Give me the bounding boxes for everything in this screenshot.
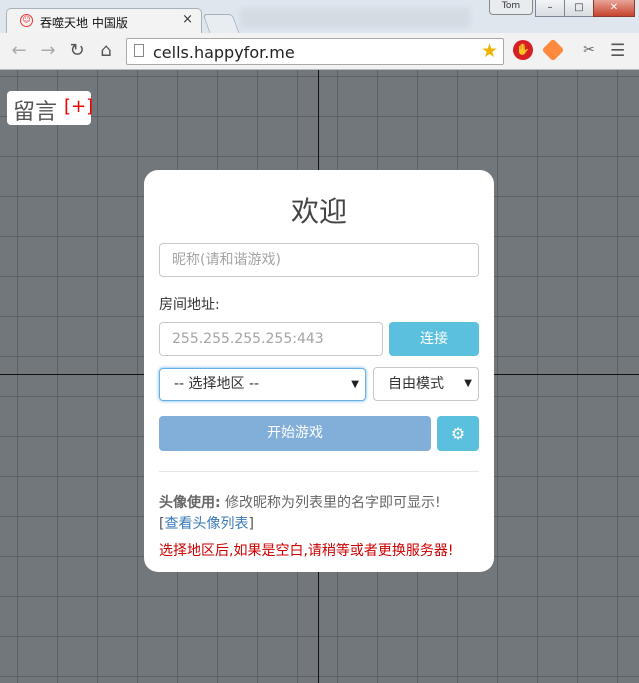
avatar-list-line: [查看头像列表] xyxy=(159,513,254,533)
address-bar[interactable]: cells.happyfor.me ★ xyxy=(126,38,504,65)
minimize-button[interactable]: – xyxy=(535,0,565,17)
avatar-info-title: 头像使用: xyxy=(159,495,221,511)
welcome-panel: 欢迎 昵称(请和谐游戏) 房间地址: 255.255.255.255:443 连… xyxy=(144,170,494,572)
close-window-button[interactable]: ✕ xyxy=(593,0,635,17)
game-canvas[interactable]: 留言 [+] 欢迎 昵称(请和谐游戏) 房间地址: 255.255.255.25… xyxy=(0,70,639,683)
comment-label: 留言 xyxy=(13,100,58,125)
region-select[interactable]: -- 选择地区 -- ▼ xyxy=(159,368,366,401)
start-game-button[interactable]: 开始游戏 xyxy=(159,416,431,451)
server-warning: 选择地区后,如果是空白,请稍等或者更换服务器! xyxy=(159,543,454,559)
connect-button[interactable]: 连接 xyxy=(389,322,479,356)
window-controls: – □ ✕ xyxy=(535,0,635,18)
avatar-info-text: 修改昵称为列表里的名字即可显示! xyxy=(220,495,441,511)
tab-title: 吞噬天地 中国版 xyxy=(40,16,128,30)
avatar-list-link[interactable]: 查看头像列表 xyxy=(164,516,248,532)
profile-badge[interactable]: Tom xyxy=(489,0,533,15)
mode-select[interactable]: 自由模式 ▼ xyxy=(373,367,479,401)
comment-add-link[interactable]: [+] xyxy=(64,96,93,117)
caret-down-icon: ▼ xyxy=(351,379,359,390)
url-text[interactable]: cells.happyfor.me xyxy=(153,43,295,62)
settings-button[interactable]: ⚙ xyxy=(437,416,479,451)
room-address-placeholder: 255.255.255.255:443 xyxy=(172,331,324,347)
scissors-icon[interactable]: ✂ xyxy=(579,40,599,60)
star-icon[interactable]: ★ xyxy=(481,40,498,62)
extension-icon[interactable] xyxy=(541,38,565,62)
nickname-input[interactable]: 昵称(请和谐游戏) xyxy=(159,243,479,277)
forward-icon[interactable]: → xyxy=(37,40,59,62)
room-address-label: 房间地址: xyxy=(159,297,220,313)
title-bar: ☺ 吞噬天地 中国版 × Tom – □ ✕ xyxy=(0,0,639,34)
blurred-area xyxy=(240,8,470,28)
tab-close-button[interactable]: × xyxy=(182,12,193,27)
region-selected-value: -- 选择地区 -- xyxy=(174,376,260,392)
new-tab-button[interactable] xyxy=(202,14,240,33)
back-icon[interactable]: ← xyxy=(8,40,30,62)
bracket-close: ] xyxy=(248,516,254,532)
comment-button[interactable]: 留言 [+] xyxy=(7,91,93,125)
room-address-input[interactable]: 255.255.255.255:443 xyxy=(159,322,383,356)
page-icon xyxy=(134,44,144,57)
tab-active[interactable]: ☺ 吞噬天地 中国版 × xyxy=(6,8,202,34)
adblock-icon[interactable]: ✋ xyxy=(513,40,533,60)
reload-icon[interactable]: ↻ xyxy=(66,40,88,62)
nickname-placeholder: 昵称(请和谐游戏) xyxy=(172,252,281,268)
gear-icon: ⚙ xyxy=(450,424,466,443)
home-icon[interactable]: ⌂ xyxy=(95,40,117,62)
mode-selected-value: 自由模式 xyxy=(388,376,444,392)
caret-down-icon: ▼ xyxy=(464,378,472,389)
avatar-info: 头像使用: 修改昵称为列表里的名字即可显示! xyxy=(159,492,441,512)
maximize-button[interactable]: □ xyxy=(564,0,594,17)
divider xyxy=(159,471,479,472)
smiley-favicon-icon: ☺ xyxy=(20,14,33,27)
browser-toolbar: ← → ↻ ⌂ cells.happyfor.me ★ ✋ ✂ ☰ xyxy=(0,33,639,70)
menu-icon[interactable]: ☰ xyxy=(610,41,625,61)
panel-title: 欢迎 xyxy=(290,195,347,228)
